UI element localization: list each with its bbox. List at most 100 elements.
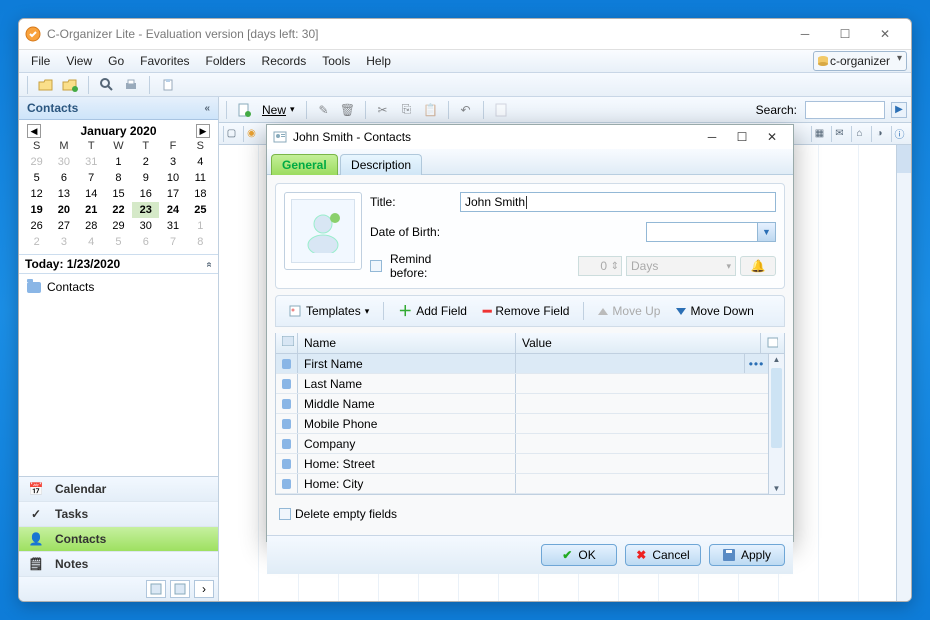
chevron-down-icon[interactable]: ▼: [757, 223, 775, 241]
calendar-day[interactable]: 31: [78, 154, 105, 170]
remind-value-input[interactable]: 0: [578, 256, 622, 276]
apply-button[interactable]: Apply: [709, 544, 785, 566]
col-icon-1[interactable]: ▢: [223, 126, 239, 142]
calendar-day[interactable]: 11: [187, 170, 214, 186]
col-icon-header[interactable]: [276, 333, 298, 353]
calendar-day[interactable]: 5: [105, 234, 132, 250]
field-row[interactable]: Company: [276, 434, 768, 454]
cancel-button[interactable]: ✖Cancel: [625, 544, 701, 566]
calendar-day[interactable]: 9: [132, 170, 159, 186]
new-button[interactable]: New▾: [258, 102, 299, 118]
calendar-day[interactable]: 30: [132, 218, 159, 234]
calendar-day[interactable]: 1: [105, 154, 132, 170]
calendar-day[interactable]: 4: [78, 234, 105, 250]
calendar-prev-button[interactable]: ◀: [27, 124, 41, 138]
col-icon-e[interactable]: ⓘ: [891, 126, 907, 142]
templates-button[interactable]: Templates▾: [282, 302, 375, 320]
menu-go[interactable]: Go: [100, 52, 132, 70]
field-row[interactable]: Last Name: [276, 374, 768, 394]
calendar-day[interactable]: 7: [78, 170, 105, 186]
tab-general[interactable]: General: [271, 154, 338, 175]
calendar-day[interactable]: 31: [159, 218, 186, 234]
folder-open-icon[interactable]: [36, 75, 56, 95]
calendar-day[interactable]: 14: [78, 186, 105, 202]
maximize-button[interactable]: ☐: [825, 22, 865, 46]
calendar-day[interactable]: 20: [50, 202, 77, 218]
search-go-button[interactable]: ▶: [891, 102, 907, 118]
calendar-day[interactable]: 17: [159, 186, 186, 202]
col-icon-2[interactable]: ◉: [243, 126, 259, 142]
menu-records[interactable]: Records: [254, 52, 315, 70]
menu-tools[interactable]: Tools: [314, 52, 358, 70]
calendar-day[interactable]: 28: [78, 218, 105, 234]
calendar-day[interactable]: 22: [105, 202, 132, 218]
delete-icon[interactable]: 🗑: [338, 100, 358, 120]
move-up-button[interactable]: Move Up: [592, 302, 666, 320]
dialog-maximize-button[interactable]: ☐: [727, 125, 757, 149]
col-icon-c[interactable]: ⌂: [851, 126, 867, 142]
calendar-day[interactable]: 29: [105, 218, 132, 234]
undo-icon[interactable]: ↶: [456, 100, 476, 120]
calendar-day[interactable]: 3: [50, 234, 77, 250]
copy-icon[interactable]: ⎘: [397, 100, 417, 120]
calendar-grid[interactable]: SMTWTFS 29303112345678910111213141516171…: [23, 138, 214, 250]
new-record-icon[interactable]: [234, 100, 254, 120]
calendar-title[interactable]: January 2020: [80, 124, 156, 138]
menu-file[interactable]: File: [23, 52, 58, 70]
col-icon-a[interactable]: ▦: [811, 126, 827, 142]
nav-tasks[interactable]: ✓Tasks: [19, 502, 218, 527]
minimize-button[interactable]: ─: [785, 22, 825, 46]
calendar-day[interactable]: 21: [78, 202, 105, 218]
search-input[interactable]: [805, 101, 885, 119]
database-selector[interactable]: c-organizer: [813, 51, 907, 71]
calendar-day[interactable]: 25: [187, 202, 214, 218]
calendar-day[interactable]: 2: [132, 154, 159, 170]
calendar-day[interactable]: 16: [132, 186, 159, 202]
sidebar-heading[interactable]: Contacts «: [19, 97, 218, 120]
menu-favorites[interactable]: Favorites: [132, 52, 197, 70]
bell-icon[interactable]: 🔔: [740, 256, 776, 276]
field-row[interactable]: Middle Name: [276, 394, 768, 414]
print-icon[interactable]: [121, 75, 141, 95]
calendar-day[interactable]: 10: [159, 170, 186, 186]
nav-notes[interactable]: 🗒Notes: [19, 552, 218, 577]
calendar-day[interactable]: 6: [132, 234, 159, 250]
calendar-day[interactable]: 6: [50, 170, 77, 186]
calendar-day[interactable]: 12: [23, 186, 50, 202]
search-icon[interactable]: [97, 75, 117, 95]
tab-description[interactable]: Description: [340, 154, 422, 175]
calendar-day[interactable]: 30: [50, 154, 77, 170]
nav-icon-1[interactable]: [146, 580, 166, 598]
calendar-next-button[interactable]: ▶: [196, 124, 210, 138]
dialog-minimize-button[interactable]: ─: [697, 125, 727, 149]
calendar-day[interactable]: 8: [187, 234, 214, 250]
calendar-day[interactable]: 26: [23, 218, 50, 234]
edit-icon[interactable]: ✎: [314, 100, 334, 120]
nav-icon-2[interactable]: [170, 580, 190, 598]
ok-button[interactable]: ✔OK: [541, 544, 617, 566]
calendar-day[interactable]: 29: [23, 154, 50, 170]
menu-help[interactable]: Help: [358, 52, 399, 70]
remind-unit-select[interactable]: Days: [626, 256, 736, 276]
calendar-day[interactable]: 24: [159, 202, 186, 218]
remind-checkbox[interactable]: [370, 260, 382, 272]
col-edit-header[interactable]: [760, 333, 784, 353]
col-name-header[interactable]: Name: [298, 333, 516, 353]
calendar-day[interactable]: 5: [23, 170, 50, 186]
remove-field-button[interactable]: ━Remove Field: [477, 302, 575, 320]
menu-folders[interactable]: Folders: [198, 52, 254, 70]
collapse-icon[interactable]: «: [204, 103, 210, 114]
nav-calendar[interactable]: 📅Calendar: [19, 477, 218, 502]
field-row[interactable]: Home: Street: [276, 454, 768, 474]
delete-empty-checkbox[interactable]: [279, 508, 291, 520]
add-field-button[interactable]: ＋Add Field: [392, 299, 473, 323]
col-value-header[interactable]: Value: [516, 333, 760, 353]
move-down-button[interactable]: Move Down: [670, 302, 759, 320]
calendar-day[interactable]: 1: [187, 218, 214, 234]
nav-expand-button[interactable]: ›: [194, 580, 214, 598]
calendar-day[interactable]: 15: [105, 186, 132, 202]
calendar-day[interactable]: 4: [187, 154, 214, 170]
calendar-day[interactable]: 27: [50, 218, 77, 234]
col-icon-d[interactable]: ◑: [871, 126, 887, 142]
calendar-day[interactable]: 2: [23, 234, 50, 250]
